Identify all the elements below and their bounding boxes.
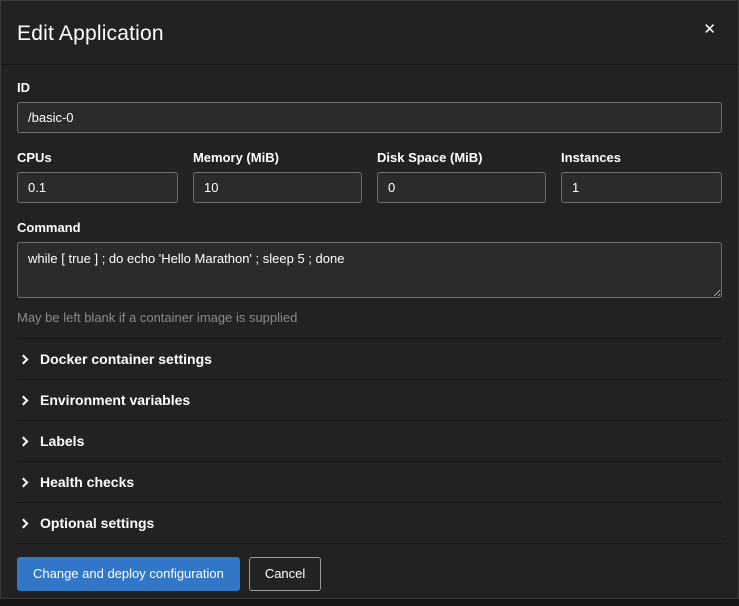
- memory-field-group: Memory (MiB): [193, 150, 362, 203]
- command-help-text: May be left blank if a container image i…: [17, 310, 722, 325]
- instances-label: Instances: [561, 150, 722, 165]
- section-health-checks[interactable]: Health checks: [17, 462, 722, 503]
- instances-input[interactable]: [561, 172, 722, 203]
- command-field-group: Command while [ true ] ; do echo 'Hello …: [17, 220, 722, 325]
- command-label: Command: [17, 220, 722, 235]
- section-docker-container-settings[interactable]: Docker container settings: [17, 339, 722, 380]
- section-label: Labels: [40, 433, 84, 449]
- section-label: Environment variables: [40, 392, 190, 408]
- resources-row: CPUs Memory (MiB) Disk Space (MiB) Insta…: [17, 150, 722, 203]
- disk-input[interactable]: [377, 172, 546, 203]
- page-title: Edit Application: [17, 22, 164, 46]
- id-field-group: ID: [17, 80, 722, 133]
- section-optional-settings[interactable]: Optional settings: [17, 503, 722, 544]
- memory-label: Memory (MiB): [193, 150, 362, 165]
- section-label: Health checks: [40, 474, 134, 490]
- modal-header: Edit Application ✕: [1, 1, 738, 65]
- section-labels[interactable]: Labels: [17, 421, 722, 462]
- collapsible-sections: Docker container settings Environment va…: [17, 338, 722, 544]
- chevron-right-icon: [19, 477, 29, 487]
- cpus-input[interactable]: [17, 172, 178, 203]
- instances-field-group: Instances: [561, 150, 722, 203]
- deploy-button[interactable]: Change and deploy configuration: [17, 557, 240, 591]
- edit-application-modal: Edit Application ✕ ID CPUs Memory (MiB) …: [0, 0, 739, 599]
- chevron-right-icon: [19, 354, 29, 364]
- section-label: Docker container settings: [40, 351, 212, 367]
- cpus-field-group: CPUs: [17, 150, 178, 203]
- section-label: Optional settings: [40, 515, 154, 531]
- cancel-button[interactable]: Cancel: [249, 557, 321, 591]
- close-button[interactable]: ✕: [697, 18, 722, 41]
- section-environment-variables[interactable]: Environment variables: [17, 380, 722, 421]
- memory-input[interactable]: [193, 172, 362, 203]
- chevron-right-icon: [19, 518, 29, 528]
- chevron-right-icon: [19, 436, 29, 446]
- id-label: ID: [17, 80, 722, 95]
- disk-label: Disk Space (MiB): [377, 150, 546, 165]
- cpus-label: CPUs: [17, 150, 178, 165]
- modal-body: ID CPUs Memory (MiB) Disk Space (MiB) In…: [1, 65, 738, 544]
- close-icon: ✕: [703, 21, 716, 38]
- command-textarea[interactable]: while [ true ] ; do echo 'Hello Marathon…: [17, 242, 722, 298]
- chevron-right-icon: [19, 395, 29, 405]
- id-input[interactable]: [17, 102, 722, 133]
- disk-field-group: Disk Space (MiB): [377, 150, 546, 203]
- modal-footer: Change and deploy configuration Cancel: [1, 544, 738, 606]
